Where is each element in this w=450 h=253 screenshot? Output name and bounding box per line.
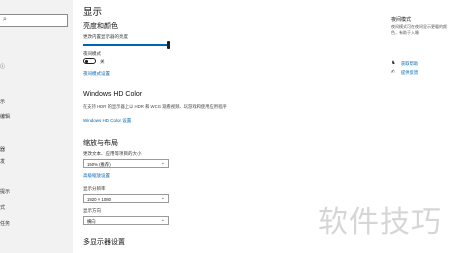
brightness-slider-label: 更改内置显示器的亮度: [83, 34, 128, 39]
brightness-slider-track[interactable]: [83, 44, 169, 46]
brightness-slider-thumb[interactable]: [167, 41, 170, 49]
sidebar-item-8[interactable]: 任务: [0, 220, 10, 227]
resolution-dropdown[interactable]: 1920 × 1080 ⌄: [83, 194, 169, 203]
orientation-label: 显示方向: [83, 208, 101, 213]
settings-sidebar: ⌕ ⓘ 示 编辑 器 发 提示 式 任务: [0, 0, 73, 253]
sidebar-item-4[interactable]: 器: [0, 146, 5, 153]
night-light-toggle[interactable]: [83, 58, 96, 64]
search-icon: ⌕: [3, 16, 7, 23]
scale-dropdown-value: 150% (推荐): [87, 161, 111, 167]
layout-section-title: 缩放与布局: [83, 140, 118, 147]
night-light-label: 夜间模式: [83, 51, 101, 56]
resolution-dropdown-value: 1920 × 1080: [87, 196, 112, 202]
chevron-down-icon: ⌄: [160, 217, 165, 223]
toggle-knob: [85, 60, 88, 63]
multi-display-section-title: 多显示器设置: [83, 239, 125, 246]
orientation-dropdown-value: 横向: [87, 218, 96, 224]
resolution-label: 显示分辨率: [83, 186, 106, 191]
hdr-section-title: Windows HD Color: [83, 91, 143, 98]
chevron-down-icon: ⌄: [160, 195, 165, 201]
page-title: 显示: [83, 7, 103, 18]
brightness-section-title: 亮度和颜色: [83, 23, 118, 30]
give-feedback-link[interactable]: 提供反馈: [401, 70, 418, 76]
night-light-settings-link[interactable]: 夜间模式设置: [83, 71, 110, 77]
scale-dropdown[interactable]: 150% (推荐) ⌄: [83, 159, 169, 168]
watermark-text: 软件技巧: [318, 205, 442, 240]
sidebar-item-2[interactable]: 示: [0, 98, 5, 105]
orientation-dropdown[interactable]: 横向 ⌄: [83, 216, 169, 225]
sidebar-item-1[interactable]: ⓘ: [0, 63, 5, 70]
night-light-toggle-state: 关: [100, 58, 105, 64]
advanced-scaling-link[interactable]: 高级缩放设置: [83, 173, 110, 179]
help-icon: ♞: [391, 60, 396, 66]
chevron-down-icon: ⌄: [160, 160, 165, 166]
related-title: 夜间模式: [391, 17, 412, 23]
search-input[interactable]: ⌕: [0, 14, 68, 27]
sidebar-item-3[interactable]: 编辑: [0, 113, 10, 120]
hdr-settings-link[interactable]: Windows HD Color 设置: [83, 118, 131, 124]
sidebar-item-6[interactable]: 提示: [0, 188, 10, 195]
sidebar-item-7[interactable]: 式: [0, 204, 5, 211]
scale-label: 更改文本、应用等项目的大小: [83, 151, 142, 156]
sidebar-item-5[interactable]: 发: [0, 158, 5, 165]
feedback-icon: ✍: [391, 69, 396, 75]
hdr-description: 在支持 HDR 的显示器上以 HDR 和 WCG 观看视频、玩游戏和使用应用程序: [83, 104, 227, 109]
get-help-link[interactable]: 获取帮助: [401, 61, 418, 67]
related-description: 夜间模式可在夜间显示更暖的颜色，有助于入睡: [391, 24, 447, 35]
